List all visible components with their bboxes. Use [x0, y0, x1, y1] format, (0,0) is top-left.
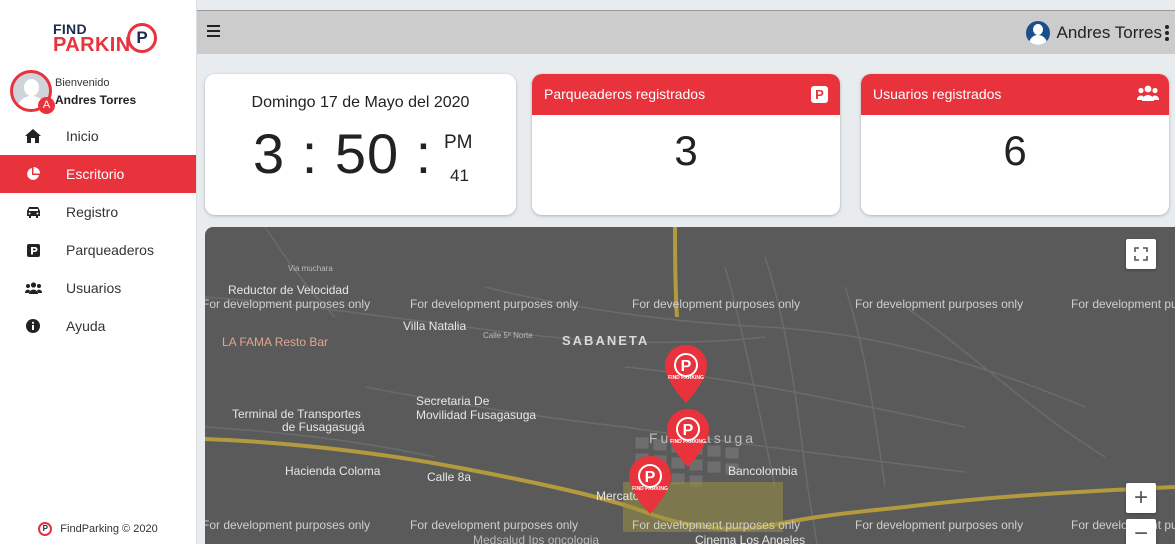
- car-icon: [24, 204, 42, 220]
- kebab-menu-icon[interactable]: [1165, 25, 1169, 41]
- map-label: Movilidad Fusagasuga: [416, 408, 537, 422]
- sidebar-item-label: Escritorio: [66, 166, 125, 182]
- clock-date: Domingo 17 de Mayo del 2020: [251, 94, 470, 111]
- pin-mark: P: [645, 469, 656, 486]
- sidebar-item-ayuda[interactable]: Ayuda: [0, 307, 196, 345]
- footer-text: FindParking © 2020: [60, 523, 158, 535]
- map-watermark: For development purposes only: [410, 297, 579, 311]
- fullscreen-button[interactable]: [1126, 239, 1156, 269]
- sidebar: FIND PARKING P A Bienvenido Andres Torre…: [0, 0, 197, 544]
- sidebar-item-registro[interactable]: Registro: [0, 193, 196, 231]
- users-stat-header: Usuarios registrados: [861, 74, 1169, 115]
- app-logo[interactable]: FIND PARKING P: [50, 22, 160, 56]
- sidebar-item-parqueaderos[interactable]: Parqueaderos: [0, 231, 196, 269]
- pin-label: FIND PARKING: [668, 375, 704, 381]
- zoom-in-button[interactable]: +: [1126, 483, 1156, 513]
- sidebar-footer: P FindParking © 2020: [0, 514, 196, 544]
- parking-marker-pin[interactable]: P FIND PARKING: [666, 409, 710, 467]
- topbar-user[interactable]: Andres Torres: [1026, 21, 1169, 45]
- map-label: Calle 8a: [427, 470, 472, 484]
- users-icon: [24, 280, 42, 296]
- avatar-badge: A: [38, 97, 55, 114]
- map-watermark: For development purposes only: [632, 518, 801, 532]
- sidebar-item-label: Usuarios: [66, 280, 122, 296]
- map-watermark: For development purposes only: [855, 297, 1024, 311]
- users-stat-card: Usuarios registrados 6: [861, 74, 1169, 215]
- clock-ampm: PM: [444, 132, 473, 153]
- map-label: de Fusagasugá: [282, 420, 365, 434]
- info-icon: [24, 318, 42, 334]
- pin-label: FIND PARKING: [632, 486, 668, 492]
- clock-card: Domingo 17 de Mayo del 2020 3 : 50 : PM …: [205, 74, 516, 215]
- zoom-out-icon: −: [1133, 520, 1148, 544]
- sidebar-item-label: Inicio: [66, 128, 99, 144]
- parking-marker-pin[interactable]: P FIND PARKING: [628, 456, 672, 514]
- map-label: Via muchara: [288, 264, 333, 273]
- map-watermark: For development purposes only: [205, 518, 371, 532]
- user-name: Andres Torres: [55, 93, 137, 107]
- users-stat-label: Usuarios registrados: [873, 86, 1002, 102]
- map-label: Terminal de Transportes: [232, 407, 361, 421]
- map-label: Cinema Los Angeles: [695, 533, 806, 544]
- topbar-avatar: [1026, 21, 1051, 45]
- map-watermark: For development purposes only: [1071, 518, 1175, 532]
- clock-seconds: 41: [450, 166, 469, 185]
- map-label: Medsalud Ips oncologia: [473, 533, 600, 544]
- map-label: Bancolombia: [728, 464, 798, 478]
- parkings-stat-label: Parqueaderos registrados: [544, 86, 706, 102]
- map-label: Hacienda Coloma: [285, 464, 381, 478]
- map-label: Reductor de Velocidad: [228, 283, 349, 297]
- fullscreen-icon: [1134, 247, 1148, 261]
- sidebar-item-usuarios[interactable]: Usuarios: [0, 269, 196, 307]
- home-icon: [24, 128, 42, 144]
- pie-chart-icon: [24, 166, 42, 182]
- sidebar-item-label: Parqueaderos: [66, 242, 154, 258]
- map-label: Villa Natalia: [403, 319, 467, 333]
- logo-mark: P: [127, 23, 157, 53]
- map-watermark: For development purposes only: [205, 297, 371, 311]
- sidebar-item-label: Registro: [66, 204, 119, 220]
- map-label: LA FAMA Resto Bar: [222, 335, 329, 349]
- map-label: Secretaria De: [416, 394, 490, 408]
- user-panel: A Bienvenido Andres Torres: [10, 70, 190, 114]
- sidebar-menu: Inicio Escritorio Registro Parqueaderos …: [0, 117, 196, 345]
- pin-mark: P: [683, 422, 694, 439]
- map-label: Calle 5ª Norte: [483, 331, 533, 340]
- topbar-user-name: Andres Torres: [1056, 23, 1162, 42]
- map-watermark: For development purposes only: [632, 297, 801, 311]
- clock-time: 3 : 50 :: [253, 122, 433, 185]
- map-label: SABANETA: [562, 333, 650, 348]
- map-watermark: For development purposes only: [1071, 297, 1175, 311]
- sidebar-item-inicio[interactable]: Inicio: [0, 117, 196, 155]
- sidebar-item-escritorio[interactable]: Escritorio: [0, 155, 196, 193]
- zoom-in-icon: +: [1133, 484, 1148, 511]
- parkings-stat-card: Parqueaderos registrados P 3: [532, 74, 840, 215]
- footer-logo-icon: P: [38, 522, 53, 536]
- pin-mark: P: [681, 358, 692, 375]
- users-stat-value: 6: [1003, 127, 1027, 174]
- parking-icon: [24, 242, 42, 258]
- users-icon: [1136, 85, 1160, 104]
- map-pin-icon: P FIND PARKING: [629, 456, 671, 514]
- menu-toggle-icon[interactable]: [207, 25, 220, 37]
- parking-marker-pin[interactable]: P FIND PARKING: [664, 345, 708, 403]
- map-pin-icon: P FIND PARKING: [665, 345, 707, 403]
- pin-label: FIND PARKING: [670, 439, 706, 445]
- parkings-stat-header: Parqueaderos registrados P: [532, 74, 840, 115]
- map-pin-icon: P FIND PARKING: [667, 409, 709, 467]
- zoom-out-button[interactable]: −: [1126, 519, 1156, 544]
- sidebar-item-label: Ayuda: [66, 318, 106, 334]
- topbar: Andres Torres: [197, 10, 1175, 54]
- map-watermark: For development purposes only: [410, 518, 579, 532]
- welcome-text: Bienvenido: [55, 77, 110, 89]
- parking-icon: P: [811, 86, 828, 103]
- map-view[interactable]: For development purposes only For develo…: [205, 227, 1175, 544]
- parkings-stat-value: 3: [674, 127, 698, 174]
- map-watermark: For development purposes only: [855, 518, 1024, 532]
